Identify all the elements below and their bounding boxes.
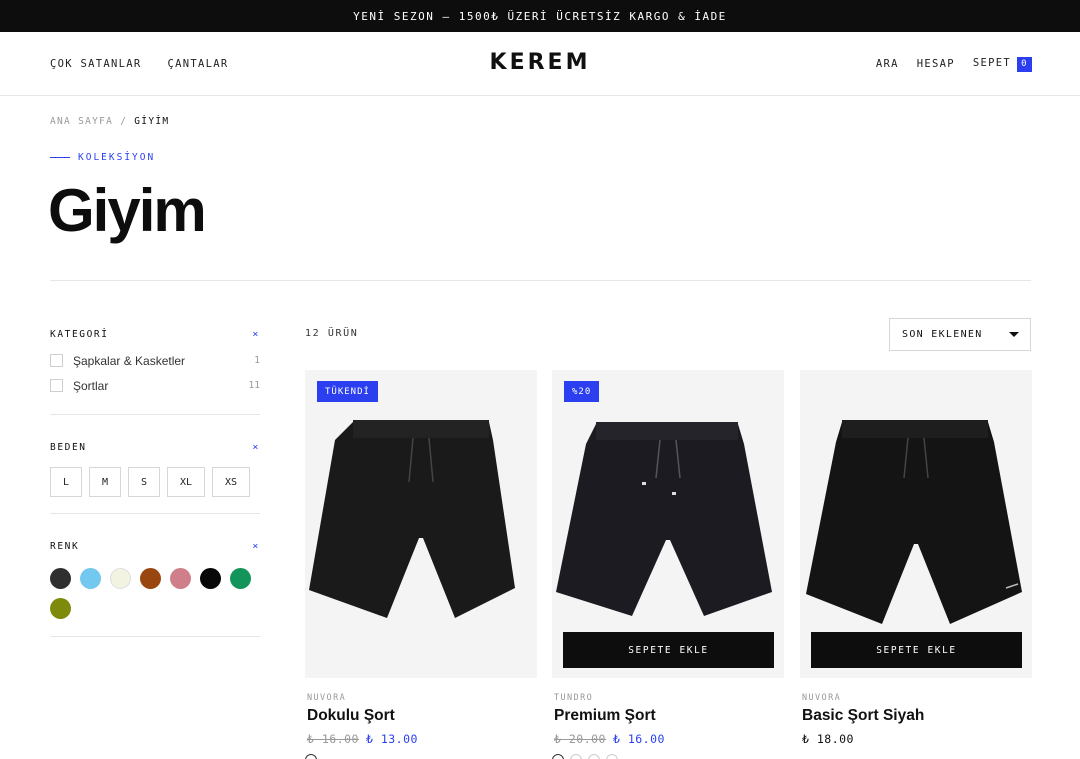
color-dot[interactable] <box>570 754 582 759</box>
search-link[interactable]: ARA <box>876 58 899 70</box>
checkbox[interactable] <box>50 379 63 392</box>
sold-out-badge: TÜKENDİ <box>317 381 378 402</box>
color-swatches <box>50 568 265 619</box>
breadcrumb-current: GİYİM <box>134 116 170 127</box>
swatch-dots <box>552 754 618 759</box>
category-option-hats[interactable]: Şapkalar & Kasketler 1 <box>50 348 260 373</box>
regular-price: ₺ 18.00 <box>802 732 854 746</box>
filter-heading: BEDEN × <box>50 435 260 459</box>
size-options: L M S XL XS <box>50 467 260 497</box>
discount-badge: %20 <box>564 381 600 402</box>
category-label: Şortlar <box>73 378 109 393</box>
product-brand: NUVORA <box>802 693 842 703</box>
checkbox[interactable] <box>50 354 63 367</box>
sale-price: ₺ 16.00 <box>612 732 665 746</box>
result-count: 12 ÜRÜN <box>305 328 359 339</box>
add-to-cart-button[interactable]: SEPETE EKLE <box>563 632 774 668</box>
filter-group-category: KATEGORİ × Şapkalar & Kasketler 1 Şortla… <box>50 322 260 415</box>
cart-count-badge: 0 <box>1017 56 1032 72</box>
page-title: Giyim <box>48 177 207 244</box>
announcement-text: YENİ SEZON — 1500₺ ÜZERİ ÜCRETSİZ KARGO … <box>353 9 727 23</box>
filter-sidebar: KATEGORİ × Şapkalar & Kasketler 1 Şortla… <box>50 322 260 637</box>
product-price: ₺ 16.00 ₺ 13.00 <box>307 732 418 746</box>
product-image[interactable]: %20 SEPETE EKLE <box>552 370 784 678</box>
utility-nav: ARA HESAP SEPET 0 <box>876 32 1032 96</box>
caret-down-icon <box>1009 332 1019 337</box>
color-swatch[interactable] <box>140 568 161 589</box>
eyebrow-label: KOLEKSİYON <box>78 152 156 163</box>
filter-heading: RENK × <box>50 534 260 558</box>
product-name[interactable]: Premium Şort <box>554 707 656 725</box>
category-count: 11 <box>248 380 260 391</box>
sale-price: ₺ 13.00 <box>365 732 418 746</box>
filter-group-color: RENK × <box>50 514 260 637</box>
product-card[interactable]: TÜKENDİ NUVORA Dokulu Şort ₺ 16.00 ₺ 13.0… <box>305 370 537 759</box>
product-image[interactable]: TÜKENDİ <box>305 370 537 678</box>
sort-dropdown[interactable]: SON EKLENEN <box>889 318 1031 351</box>
breadcrumb-separator: / <box>120 116 128 127</box>
product-price: ₺ 18.00 <box>802 732 854 746</box>
product-brand: NUVORA <box>307 693 347 703</box>
eyebrow-line <box>50 157 70 158</box>
category-option-shorts[interactable]: Şortlar 11 <box>50 373 260 398</box>
header-divider <box>50 280 1031 281</box>
category-label: Şapkalar & Kasketler <box>73 353 186 368</box>
product-card[interactable]: SEPETE EKLE NUVORA Basic Şort Siyah ₺ 18… <box>800 370 1032 759</box>
account-link[interactable]: HESAP <box>917 58 955 70</box>
size-option-m[interactable]: M <box>89 467 121 497</box>
breadcrumb-home[interactable]: ANA SAYFA <box>50 116 113 127</box>
product-brand: TUNDRO <box>554 693 594 703</box>
color-swatch[interactable] <box>50 568 71 589</box>
color-dot[interactable] <box>305 754 317 759</box>
clear-color-button[interactable]: × <box>252 541 260 552</box>
old-price: ₺ 16.00 <box>307 732 359 746</box>
clear-category-button[interactable]: × <box>252 329 260 340</box>
color-dot[interactable] <box>552 754 564 759</box>
filter-title-size: BEDEN <box>50 441 87 453</box>
cart-label: SEPET <box>972 56 1011 69</box>
clear-size-button[interactable]: × <box>252 442 260 453</box>
breadcrumb: ANA SAYFA / GİYİM <box>50 116 169 127</box>
color-swatch[interactable] <box>50 598 71 619</box>
filter-title-color: RENK <box>50 540 80 552</box>
sort-selected-value: SON EKLENEN <box>902 329 983 340</box>
site-header: ÇOK SATANLAR ÇANTALAR KEREM ARA HESAP SE… <box>0 32 1080 96</box>
size-option-xs[interactable]: XS <box>212 467 250 497</box>
shorts-image <box>309 420 515 618</box>
filter-group-size: BEDEN × L M S XL XS <box>50 415 260 514</box>
size-option-s[interactable]: S <box>128 467 160 497</box>
product-card[interactable]: %20 SEPETE EKLE TUNDRO Premium Şort ₺ 20… <box>552 370 784 759</box>
product-price: ₺ 20.00 ₺ 16.00 <box>554 732 665 746</box>
color-swatch[interactable] <box>230 568 251 589</box>
old-price: ₺ 20.00 <box>554 732 606 746</box>
product-image[interactable]: SEPETE EKLE <box>800 370 1032 678</box>
size-option-l[interactable]: L <box>50 467 82 497</box>
category-count: 1 <box>254 355 260 366</box>
product-name[interactable]: Basic Şort Siyah <box>802 707 924 725</box>
color-dot[interactable] <box>606 754 618 759</box>
swatch-dots <box>305 754 317 759</box>
add-to-cart-button[interactable]: SEPETE EKLE <box>811 632 1022 668</box>
color-swatch[interactable] <box>80 568 101 589</box>
color-dot[interactable] <box>588 754 600 759</box>
product-name[interactable]: Dokulu Şort <box>307 707 395 725</box>
filter-title-category: KATEGORİ <box>50 328 109 340</box>
filter-heading: KATEGORİ × <box>50 322 260 346</box>
size-option-xl[interactable]: XL <box>167 467 205 497</box>
cart-link[interactable]: SEPET 0 <box>972 56 1032 72</box>
collection-eyebrow: KOLEKSİYON <box>50 152 155 163</box>
color-swatch[interactable] <box>200 568 221 589</box>
announcement-bar: YENİ SEZON — 1500₺ ÜZERİ ÜCRETSİZ KARGO … <box>0 0 1080 32</box>
color-swatch[interactable] <box>170 568 191 589</box>
color-swatch[interactable] <box>110 568 131 589</box>
